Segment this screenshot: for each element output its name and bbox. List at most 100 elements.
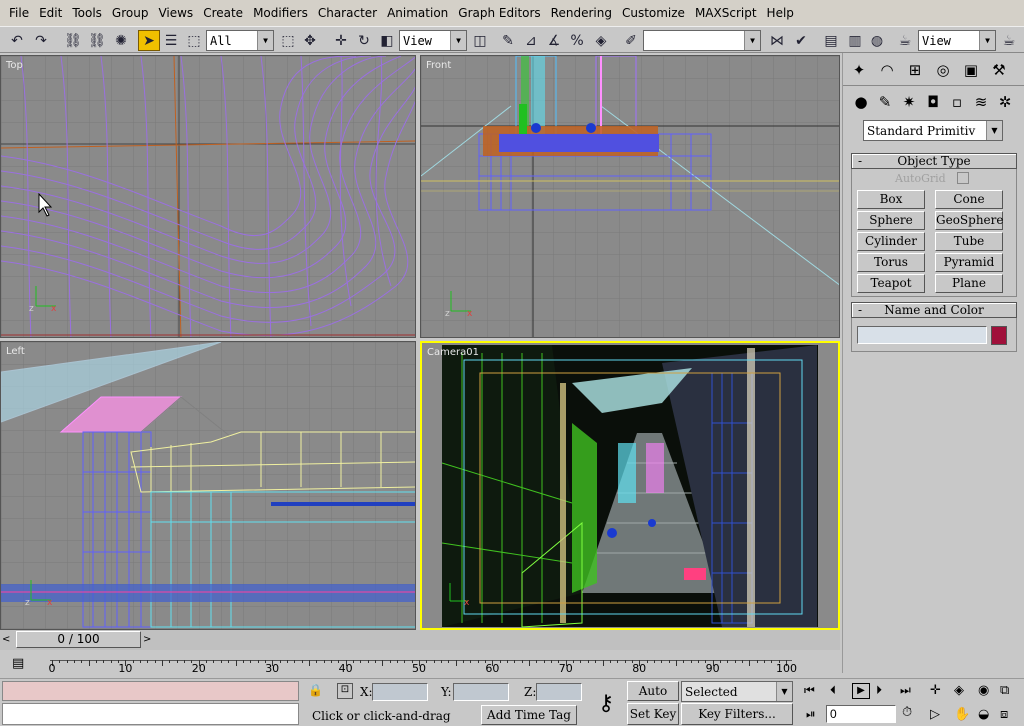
select-and-link-icon[interactable]: ⛓ xyxy=(62,30,84,51)
add-time-tag-button[interactable]: Add Time Tag xyxy=(481,705,577,725)
key-mode-toggle-icon[interactable]: ⏯ xyxy=(806,707,816,722)
menu-help[interactable]: Help xyxy=(762,0,799,26)
cylinder-button[interactable]: Cylinder xyxy=(857,232,925,251)
named-selection-dropdown[interactable]: ▼ xyxy=(643,30,761,51)
track-bar[interactable]: ▤ 0 10 20 30 40 50 60 70 80 90 100 xyxy=(0,650,842,680)
maxscript-listener-mini[interactable] xyxy=(2,681,299,701)
pivot-center-icon[interactable]: ◫ xyxy=(469,30,491,51)
absolute-mode-icon[interactable]: ⊡ xyxy=(337,683,353,699)
pan-hand-icon[interactable]: ✋ xyxy=(954,707,970,722)
sphere-button[interactable]: Sphere xyxy=(857,211,925,230)
primitive-category-dropdown[interactable]: Standard Primitiv ▼ xyxy=(863,120,1003,141)
reference-coordinate-dropdown[interactable]: View ▼ xyxy=(399,30,467,51)
z-coordinate-field[interactable] xyxy=(536,683,582,701)
mirror-icon[interactable]: ⋈ xyxy=(766,30,788,51)
cameras-icon[interactable]: ◘ xyxy=(921,91,945,113)
menu-create[interactable]: Create xyxy=(198,0,248,26)
hierarchy-tab-icon[interactable]: ⊞ xyxy=(903,59,927,81)
geometry-icon[interactable]: ● xyxy=(849,91,873,113)
status-prompt-field[interactable] xyxy=(2,703,299,725)
utilities-tab-icon[interactable]: ⚒ xyxy=(987,59,1011,81)
menu-tools[interactable]: Tools xyxy=(67,0,107,26)
select-by-name-icon[interactable]: ☰ xyxy=(160,30,182,51)
object-type-rollout-header[interactable]: - Object Type xyxy=(851,153,1017,169)
select-object-icon[interactable]: ➤ xyxy=(138,30,160,51)
set-key-button[interactable]: Set Key xyxy=(627,703,679,725)
time-configuration-icon[interactable]: ⏱ xyxy=(902,705,912,720)
name-and-color-rollout-header[interactable]: - Name and Color xyxy=(851,302,1017,318)
edit-named-selection-icon[interactable]: ✐ xyxy=(620,30,642,51)
geosphere-button[interactable]: GeoSphere xyxy=(935,211,1003,230)
scale-icon[interactable]: ◧ xyxy=(376,30,398,51)
rectangular-selection-icon[interactable]: ⬚ xyxy=(183,30,205,51)
display-tab-icon[interactable]: ▣ xyxy=(959,59,983,81)
create-tab-icon[interactable]: ✦ xyxy=(847,59,871,81)
viewport-left[interactable]: Left z x xyxy=(0,341,416,630)
systems-icon[interactable]: ✲ xyxy=(993,91,1017,113)
rotate-icon[interactable]: ↻ xyxy=(353,30,375,51)
menu-file[interactable]: File xyxy=(4,0,34,26)
time-slider-next-icon[interactable]: > xyxy=(143,632,155,648)
render-type-dropdown[interactable]: View ▼ xyxy=(918,30,996,51)
autogrid-checkbox[interactable] xyxy=(957,172,969,184)
menu-character[interactable]: Character xyxy=(313,0,382,26)
zoom-extents-icon[interactable]: ◉ xyxy=(978,683,989,698)
field-of-view-icon[interactable]: ▷ xyxy=(930,707,940,722)
menu-maxscript[interactable]: MAXScript xyxy=(690,0,762,26)
viewport-camera[interactable]: Camera01 x xyxy=(420,341,840,630)
go-to-start-icon[interactable]: ⏮ xyxy=(804,683,815,698)
select-manipulate-icon[interactable]: ✥ xyxy=(299,30,321,51)
shapes-icon[interactable]: ✎ xyxy=(873,91,897,113)
cone-button[interactable]: Cone xyxy=(935,190,1003,209)
lock-selection-icon[interactable]: 🔒 xyxy=(308,683,323,697)
redo-icon[interactable]: ↷ xyxy=(30,30,52,51)
zoom-extents-all-icon[interactable]: ⧉ xyxy=(1000,683,1009,698)
zoom-all-icon[interactable]: ◈ xyxy=(954,683,964,698)
menu-views[interactable]: Views xyxy=(153,0,198,26)
angle-snap-icon[interactable]: ∡ xyxy=(543,30,565,51)
window-crossing-icon[interactable]: ⬚ xyxy=(277,30,299,51)
selection-filter-dropdown[interactable]: All ▼ xyxy=(206,30,274,51)
quick-render-icon[interactable]: ☕ xyxy=(998,30,1020,51)
maximize-viewport-icon[interactable]: ⧈ xyxy=(1000,707,1008,722)
viewport-front[interactable]: Front z x xyxy=(420,55,840,338)
object-color-swatch[interactable] xyxy=(991,326,1007,345)
menu-graph-editors[interactable]: Graph Editors xyxy=(453,0,545,26)
move-icon[interactable]: ✛ xyxy=(330,30,352,51)
plane-button[interactable]: Plane xyxy=(935,274,1003,293)
viewport-label-left[interactable]: Left xyxy=(6,346,25,357)
zoom-icon[interactable]: ✛ xyxy=(930,683,941,698)
auto-key-button[interactable]: Auto Key xyxy=(627,681,679,716)
viewport-label-camera[interactable]: Camera01 xyxy=(427,347,479,358)
viewport-label-front[interactable]: Front xyxy=(426,60,451,71)
bind-to-space-warp-icon[interactable]: ✺ xyxy=(110,30,132,51)
key-set-dropdown[interactable]: Selected ▼ xyxy=(681,681,793,702)
viewport-label-top[interactable]: Top xyxy=(6,60,23,71)
spinner-snap-icon[interactable]: ◈ xyxy=(590,30,612,51)
space-warps-icon[interactable]: ≋ xyxy=(969,91,993,113)
teapot-button[interactable]: Teapot xyxy=(857,274,925,293)
time-slider-thumb[interactable]: 0 / 100 xyxy=(16,631,141,648)
modify-tab-icon[interactable]: ◠ xyxy=(875,59,899,81)
material-editor-icon[interactable]: ◍ xyxy=(866,30,888,51)
tube-button[interactable]: Tube xyxy=(935,232,1003,251)
object-name-input[interactable] xyxy=(857,326,987,344)
current-frame-input[interactable] xyxy=(826,705,896,723)
key-filters-button[interactable]: Key Filters... xyxy=(681,703,793,725)
arc-rotate-icon[interactable]: ◒ xyxy=(978,707,989,722)
previous-frame-icon[interactable]: ⏴ xyxy=(830,683,836,698)
align-icon[interactable]: ✔ xyxy=(790,30,812,51)
schematic-view-icon[interactable]: ▥ xyxy=(844,30,866,51)
unlink-selection-icon[interactable]: ⛓ xyxy=(86,30,108,51)
viewport-top[interactable]: Top z x xyxy=(0,55,416,338)
snap-toggle-icon[interactable]: ⊿ xyxy=(520,30,542,51)
x-coordinate-field[interactable] xyxy=(372,683,428,701)
y-coordinate-field[interactable] xyxy=(453,683,509,701)
motion-tab-icon[interactable]: ◎ xyxy=(931,59,955,81)
time-slider-prev-icon[interactable]: < xyxy=(2,632,14,648)
play-icon[interactable]: ▶ xyxy=(852,683,870,699)
track-view-icon[interactable]: ▤ xyxy=(820,30,842,51)
next-frame-icon[interactable]: ⏵ xyxy=(876,683,882,698)
undo-icon[interactable]: ↶ xyxy=(6,30,28,51)
helpers-icon[interactable]: ▫ xyxy=(945,91,969,113)
